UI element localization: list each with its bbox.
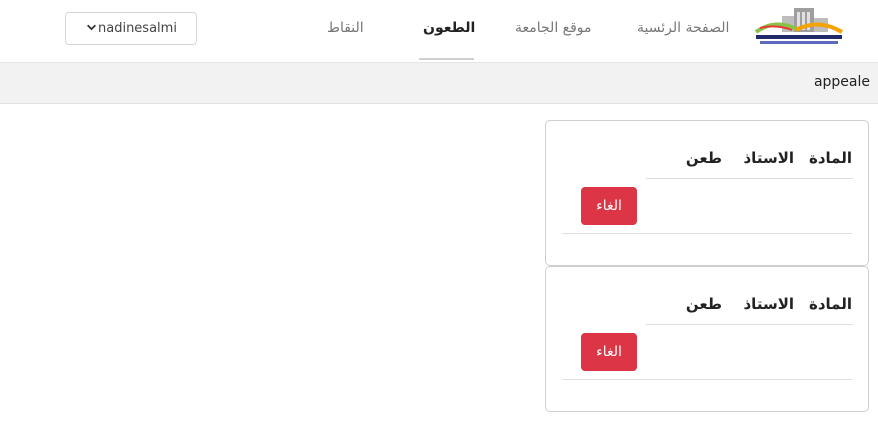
appeal-card: المادة الاستاذ طعن الغاء	[545, 120, 869, 266]
user-dropdown[interactable]: nadinesalmi	[65, 12, 197, 45]
row-divider	[562, 379, 852, 380]
nav-points[interactable]: النقاط	[327, 20, 364, 36]
header-divider	[646, 178, 853, 179]
cancel-button[interactable]: الغاء	[581, 333, 637, 371]
username: nadinesalmi	[98, 21, 177, 36]
header-subject: المادة	[808, 295, 852, 313]
header-professor: الاستاذ	[743, 295, 794, 313]
appeal-card: المادة الاستاذ طعن الغاء	[545, 266, 869, 412]
header-subject: المادة	[808, 149, 852, 167]
top-navbar: الصفحة الرئسية موقع الجامعة الطعون النقا…	[0, 0, 878, 62]
nav-home[interactable]: الصفحة الرئسية	[637, 20, 729, 36]
header-divider	[646, 324, 853, 325]
cancel-button[interactable]: الغاء	[581, 187, 637, 225]
nav-university-site[interactable]: موقع الجامعة	[515, 20, 592, 36]
active-nav-underline	[419, 58, 474, 60]
header-appeal: طعن	[685, 295, 722, 313]
header-professor: الاستاذ	[743, 149, 794, 167]
university-logo[interactable]	[752, 4, 846, 46]
page-title: appeale	[813, 74, 870, 90]
page-title-bar: appeale	[0, 62, 878, 104]
chevron-down-icon	[87, 24, 96, 31]
header-appeal: طعن	[685, 149, 722, 167]
row-divider	[562, 233, 852, 234]
nav-appeals[interactable]: الطعون	[423, 20, 475, 36]
